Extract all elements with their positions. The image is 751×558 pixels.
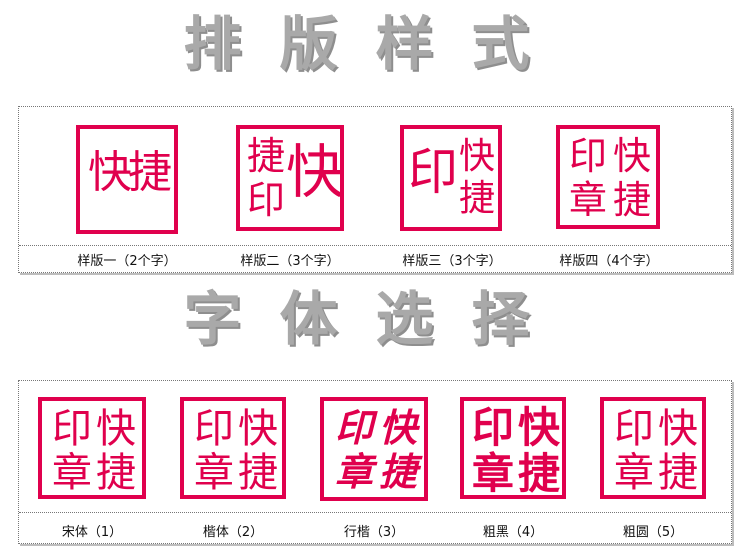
font-stamp-1: 印 快 章 捷 [38, 397, 146, 499]
layout-stamp-3: 印 快 捷 [400, 125, 502, 231]
stamp-char: 印 [568, 134, 607, 178]
stamp-char: 快 [612, 134, 651, 178]
stamp-char: 快 [517, 403, 560, 452]
stamp-char: 印 [334, 405, 373, 450]
stamp-char: 快 [88, 147, 132, 198]
font-caption-divider [19, 512, 731, 513]
stamp-char: 快 [378, 405, 417, 450]
stamp-char: 章 [568, 178, 607, 222]
stamp-char: 快 [286, 138, 345, 206]
layout-section-title: 排版样式 [183, 10, 568, 78]
layout-caption-divider [19, 245, 731, 246]
stamp-char: 快 [96, 406, 136, 452]
font-caption-4: 粗黑（4） [482, 525, 544, 540]
layout-caption-1: 样版一（2个字） [77, 254, 177, 269]
stamp-char: 快 [658, 406, 698, 452]
stamp-char: 捷 [378, 449, 417, 494]
layout-stamp-4: 印 快 章 捷 [556, 125, 660, 229]
font-caption-3: 行楷（3） [343, 525, 405, 540]
layout-caption-2: 样版二（3个字） [240, 254, 340, 269]
layout-caption-3: 样版三（3个字） [402, 254, 502, 269]
stamp-char: 快 [238, 406, 278, 452]
stamp-char: 印 [194, 406, 234, 452]
stamp-char: 章 [614, 450, 654, 496]
font-stamp-2: 印 快 章 捷 [180, 397, 286, 499]
stamp-char: 章 [471, 449, 514, 498]
stamp-char: 捷 [612, 178, 651, 222]
layout-caption-4: 样版四（4个字） [559, 254, 659, 269]
font-stamp-3: 印 快 章 捷 [320, 397, 428, 501]
stamp-char: 印 [52, 406, 92, 452]
font-caption-5: 粗圆（5） [622, 525, 684, 540]
stamp-char: 捷 [238, 450, 278, 496]
stamp-char: 捷 [96, 450, 136, 496]
layout-stamp-2: 捷 印 快 [236, 125, 344, 231]
stamp-char: 印 [471, 403, 514, 452]
stamp-char: 捷 [458, 178, 495, 219]
stamp-char: 捷 [128, 147, 172, 198]
font-caption-2: 楷体（2） [202, 525, 264, 540]
stamp-char: 印 [246, 178, 285, 222]
stamp-char: 印 [614, 406, 654, 452]
layout-stamp-1: 快 捷 [76, 125, 178, 234]
stamp-char: 捷 [658, 450, 698, 496]
stamp-char: 快 [458, 136, 495, 177]
font-caption-1: 宋体（1） [61, 525, 123, 540]
stamp-char: 章 [52, 450, 92, 496]
stamp-char: 章 [334, 449, 373, 494]
stamp-char: 捷 [246, 134, 285, 178]
font-section-title: 字体选择 [183, 285, 568, 353]
stamp-char: 印 [408, 143, 458, 201]
font-stamp-5: 印 快 章 捷 [600, 397, 706, 499]
stamp-char: 捷 [517, 449, 560, 498]
font-stamp-4: 印 快 章 捷 [460, 397, 566, 499]
stamp-char: 章 [194, 450, 234, 496]
